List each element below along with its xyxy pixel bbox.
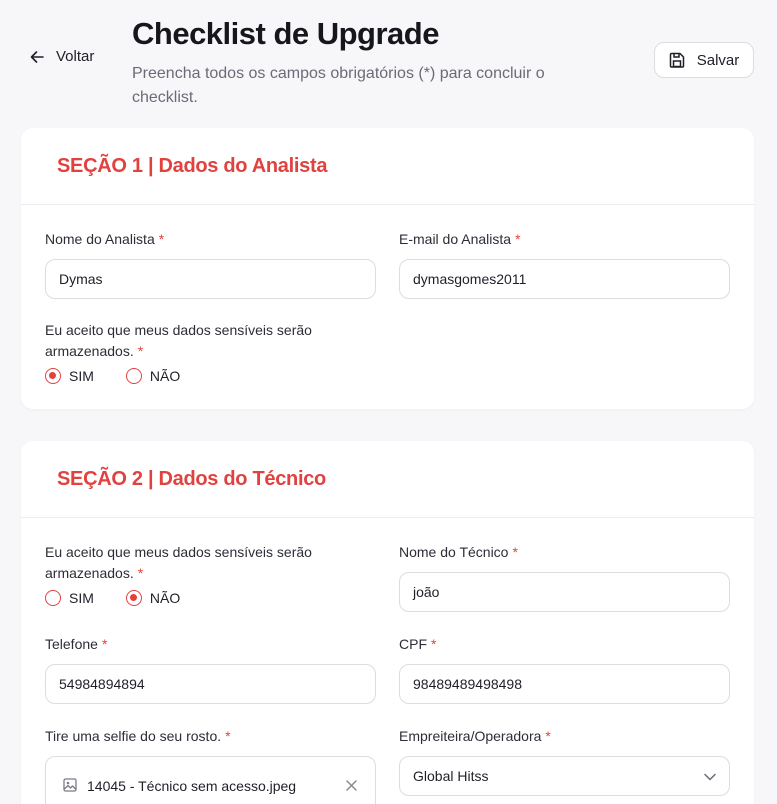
page-header: Voltar Checklist de Upgrade Preencha tod… xyxy=(0,0,777,128)
required-marker: * xyxy=(431,636,437,652)
tech-name-label: Nome do Técnico * xyxy=(399,544,518,560)
analyst-name-field: Nome do Analista * Dymas xyxy=(45,229,376,299)
analyst-email-input[interactable]: dymasgomes2011 xyxy=(399,259,730,299)
page-subtitle: Preencha todos os campos obrigatórios (*… xyxy=(132,65,545,106)
save-button[interactable]: Salvar xyxy=(654,42,754,78)
arrow-left-icon xyxy=(30,50,44,64)
back-button[interactable]: Voltar xyxy=(30,48,94,65)
radio-unchecked-icon xyxy=(45,590,61,606)
analyst-name-input[interactable]: Dymas xyxy=(45,259,376,299)
cpf-label: CPF * xyxy=(399,636,437,652)
radio-label: SIM xyxy=(69,590,94,606)
page-title: Checklist de Upgrade xyxy=(132,16,439,51)
radio-checked-icon xyxy=(125,590,142,606)
analyst-consent-label: Eu aceito que meus dados sensíveis serão… xyxy=(45,322,312,359)
radio-unchecked-icon xyxy=(125,368,142,384)
tech-consent-radio-group: SIM NÃO xyxy=(45,590,345,606)
section-1-title: SEÇÃO 1 | Dados do Analista xyxy=(57,154,328,177)
selfie-field: Tire uma selfie do seu rosto. * 14045 - T… xyxy=(45,726,376,804)
analyst-consent-yes-radio[interactable]: SIM xyxy=(45,368,94,384)
phone-label: Telefone * xyxy=(45,636,108,652)
tech-consent-label: Eu aceito que meus dados sensíveis serão… xyxy=(45,544,312,581)
section-2-card: SEÇÃO 2 | Dados do Técnico Eu aceito que… xyxy=(21,441,754,804)
analyst-consent-radio-group: SIM NÃO xyxy=(45,368,345,384)
required-marker: * xyxy=(101,636,108,652)
tech-name-field: Nome do Técnico * joão xyxy=(399,542,730,612)
floppy-disk-icon xyxy=(669,52,685,68)
title-block: Checklist de Upgrade Preencha todos os c… xyxy=(132,16,602,110)
selfie-file-name: 14045 - Técnico sem acesso.jpeg xyxy=(87,778,297,794)
file-info: 14045 - Técnico sem acesso.jpeg xyxy=(63,777,297,795)
radio-label: SIM xyxy=(69,368,94,384)
phone-field: Telefone * 54984894894 xyxy=(45,634,376,704)
radio-checked-icon xyxy=(45,368,61,384)
cpf-field: CPF * 98489489498498 xyxy=(399,634,730,704)
back-button-label: Voltar xyxy=(56,48,95,65)
required-marker: * xyxy=(545,728,551,744)
cpf-input[interactable]: 98489489498498 xyxy=(399,664,730,704)
contractor-selected-value: Global Hitss xyxy=(413,768,489,784)
required-marker: * xyxy=(158,231,165,247)
save-button-label: Salvar xyxy=(696,51,740,69)
analyst-consent-field: Eu aceito que meus dados sensíveis serão… xyxy=(45,320,345,384)
tech-consent-field: Eu aceito que meus dados sensíveis serão… xyxy=(45,542,345,606)
required-marker: * xyxy=(225,728,231,744)
selfie-file-upload[interactable]: 14045 - Técnico sem acesso.jpeg xyxy=(45,756,376,804)
tech-consent-yes-radio[interactable]: SIM xyxy=(45,590,94,606)
phone-input[interactable]: 54984894894 xyxy=(45,664,376,704)
tech-consent-no-radio[interactable]: NÃO xyxy=(125,590,181,606)
required-marker: * xyxy=(137,565,144,581)
contractor-label: Empreiteira/Operadora * xyxy=(399,728,551,744)
analyst-email-label: E-mail do Analista * xyxy=(399,231,521,247)
required-marker: * xyxy=(137,343,144,359)
analyst-email-field: E-mail do Analista * dymasgomes2011 xyxy=(399,229,730,299)
selfie-label: Tire uma selfie do seu rosto. * xyxy=(45,728,231,744)
section-2-header: SEÇÃO 2 | Dados do Técnico xyxy=(21,441,754,518)
section-1-card: SEÇÃO 1 | Dados do Analista Nome do Anal… xyxy=(21,128,754,409)
chevron-down-icon xyxy=(704,768,716,784)
contractor-select[interactable]: Global Hitss xyxy=(399,756,730,796)
analyst-consent-no-radio[interactable]: NÃO xyxy=(125,368,181,384)
section-2-title: SEÇÃO 2 | Dados do Técnico xyxy=(57,467,326,490)
tech-name-input[interactable]: joão xyxy=(399,572,730,612)
radio-label: NÃO xyxy=(149,590,181,606)
required-marker: * xyxy=(512,544,518,560)
analyst-name-label: Nome do Analista * xyxy=(45,231,165,247)
section-1-header: SEÇÃO 1 | Dados do Analista xyxy=(21,128,754,205)
contractor-field: Empreiteira/Operadora * Global Hitss xyxy=(399,726,730,796)
radio-label: NÃO xyxy=(149,368,181,384)
image-icon xyxy=(63,777,77,795)
close-icon[interactable] xyxy=(346,778,357,794)
required-marker: * xyxy=(515,231,521,247)
